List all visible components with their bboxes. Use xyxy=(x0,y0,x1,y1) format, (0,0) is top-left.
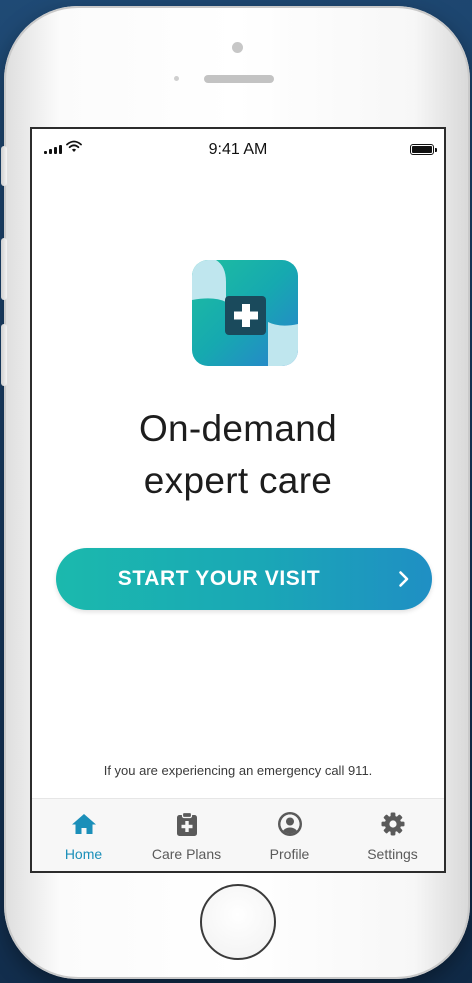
headline-line-1: On-demand xyxy=(138,408,338,449)
earpiece-speaker xyxy=(204,75,274,83)
volume-down-button xyxy=(1,324,7,386)
tab-home-label: Home xyxy=(64,846,103,862)
emergency-notice: If you are experiencing an emergency cal… xyxy=(103,763,373,778)
user-circle-icon xyxy=(277,812,302,836)
volume-up-button xyxy=(1,238,7,300)
mute-switch xyxy=(1,146,7,186)
phone-frame: 9:41 AM On-demand expert care START YOUR… xyxy=(1,6,470,979)
tab-care-plans-label: Care Plans xyxy=(151,846,222,862)
battery-icon xyxy=(410,144,437,155)
tab-home[interactable]: Home xyxy=(32,799,135,871)
home-icon xyxy=(71,814,96,834)
home-button[interactable] xyxy=(200,884,276,960)
proximity-sensor xyxy=(174,76,179,81)
tab-profile[interactable]: Profile xyxy=(238,799,341,871)
headline-line-2: expert care xyxy=(143,460,333,501)
status-bar: 9:41 AM xyxy=(32,129,444,169)
chevron-right-icon xyxy=(399,571,409,587)
status-time: 9:41 AM xyxy=(208,141,268,158)
battery-level xyxy=(412,146,432,153)
tab-profile-label: Profile xyxy=(269,846,310,862)
clipboard-plus-icon xyxy=(176,811,197,836)
tab-care-plans[interactable]: Care Plans xyxy=(135,799,238,871)
app-screen: 9:41 AM On-demand expert care START YOUR… xyxy=(30,127,446,873)
front-camera xyxy=(232,42,243,53)
medical-plus-logo-icon xyxy=(192,260,298,366)
gear-icon xyxy=(381,812,404,836)
start-visit-label: START YOUR VISIT xyxy=(117,567,321,590)
tab-settings-label: Settings xyxy=(367,846,418,862)
start-visit-button[interactable]: START YOUR VISIT xyxy=(56,548,432,610)
tab-bar: Home Care Plans Profile Settings xyxy=(32,798,444,871)
headline: On-demand expert care xyxy=(32,403,444,507)
tab-settings[interactable]: Settings xyxy=(341,799,444,871)
